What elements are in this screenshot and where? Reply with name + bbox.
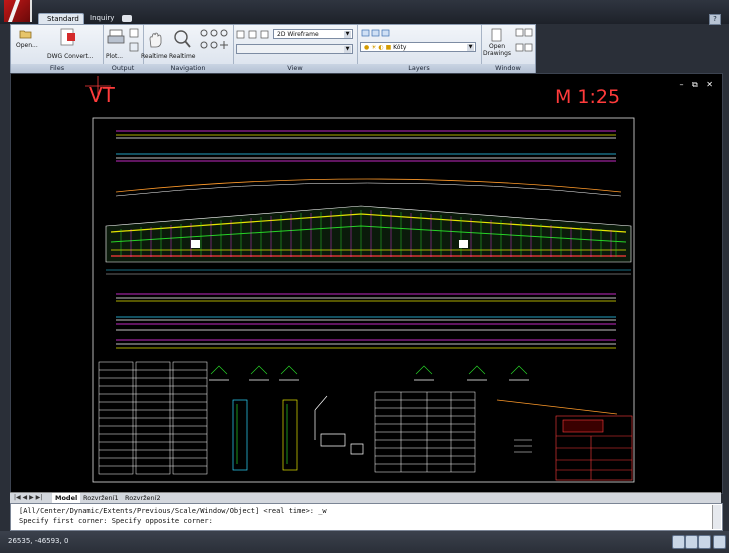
panel-files: Open... DWG Convert... Files bbox=[11, 25, 104, 73]
coordinate-readout: 26535, -46593, 0 bbox=[8, 537, 69, 545]
panel-navigation: Realtime Realtime Navigation bbox=[141, 25, 234, 73]
dwg-convert-icon bbox=[60, 28, 75, 46]
panel-window: Open Drawings Window bbox=[481, 25, 535, 73]
pan-hand-icon bbox=[149, 32, 162, 48]
ribbon-tab-strip: Standard Inquiry ? bbox=[0, 0, 729, 25]
view-tools-icon[interactable] bbox=[236, 30, 272, 39]
command-line[interactable]: [All/Center/Dynamic/Extents/Previous/Sca… bbox=[10, 503, 723, 531]
ribbon-minimize-icon[interactable] bbox=[122, 15, 132, 22]
drawing-svg: VT M 1:25 bbox=[85, 76, 635, 483]
fullscreen-icon[interactable] bbox=[713, 535, 726, 549]
open-button[interactable]: Open... bbox=[16, 42, 38, 49]
window-arrange-icon[interactable] bbox=[515, 28, 533, 54]
truss-elevation bbox=[105, 205, 632, 275]
open-folder-icon bbox=[19, 30, 32, 39]
realtime-pan-button[interactable]: Realtime bbox=[141, 53, 168, 60]
panel-window-title: Window bbox=[481, 64, 535, 73]
chevron-down-icon: ▼ bbox=[344, 31, 351, 38]
application-menu-logo[interactable] bbox=[4, 0, 32, 22]
top-beam-plans bbox=[116, 130, 616, 162]
panel-output-title: Output bbox=[103, 64, 143, 73]
open-drawings-button[interactable]: Open Drawings bbox=[481, 43, 513, 57]
panel-view-title: View bbox=[233, 64, 357, 73]
layout-tabs: |◀ ◀ ▶ ▶| Model Rozvržení1 Rozvržení2 bbox=[10, 492, 721, 503]
zoom-magnifier-icon bbox=[174, 30, 191, 48]
panel-layers: ● ☀ ◐ ■ Kóty ▼ Layers bbox=[357, 25, 482, 73]
named-view-combo[interactable]: ▼ bbox=[236, 44, 353, 54]
tab-model[interactable]: Model bbox=[52, 493, 81, 503]
drawing-scale-label: M 1:25 bbox=[555, 86, 620, 108]
panel-layers-title: Layers bbox=[357, 64, 481, 73]
visual-style-value: 2D Wireframe bbox=[277, 31, 319, 38]
plot-preview-icon[interactable] bbox=[129, 28, 139, 38]
chevron-down-icon: ▼ bbox=[344, 46, 351, 53]
tab-nav-arrows-icon[interactable]: |◀ ◀ ▶ ▶| bbox=[14, 494, 42, 501]
command-history-line: [All/Center/Dynamic/Extents/Previous/Sca… bbox=[19, 507, 327, 515]
layer-tools-icon[interactable] bbox=[361, 28, 393, 38]
status-bar: 26535, -46593, 0 bbox=[0, 531, 729, 553]
arch-line bbox=[115, 178, 622, 193]
layer-combo[interactable]: ● ☀ ◐ ■ Kóty ▼ bbox=[360, 42, 476, 52]
command-prompt-line: Specify first corner: Specify opposite c… bbox=[19, 517, 213, 525]
panel-navigation-title: Navigation bbox=[143, 64, 233, 73]
realtime-zoom-button[interactable]: Realtime bbox=[169, 53, 196, 60]
open-drawings-icon bbox=[491, 28, 502, 42]
lock-icon[interactable] bbox=[698, 535, 711, 549]
sheet-border bbox=[92, 117, 635, 483]
visual-style-combo[interactable]: 2D Wireframe ▼ bbox=[273, 29, 353, 39]
publish-icon[interactable] bbox=[129, 42, 139, 52]
drawing-title-vt: VT bbox=[89, 83, 116, 107]
zoom-extents-icon[interactable] bbox=[200, 40, 230, 50]
panel-files-title: Files bbox=[11, 64, 103, 73]
panel-output: Plot... Output bbox=[103, 25, 144, 73]
dwg-convert-button[interactable]: DWG Convert... bbox=[47, 53, 94, 60]
help-button[interactable]: ? bbox=[709, 14, 721, 25]
zoom-tools-icon[interactable] bbox=[200, 28, 230, 38]
printer-icon bbox=[107, 29, 125, 44]
drawing-canvas[interactable]: – ⧉ ✕ VT M 1:25 bbox=[10, 73, 723, 494]
command-scrollbar[interactable] bbox=[712, 505, 721, 529]
title-block bbox=[514, 415, 633, 481]
plot-button[interactable]: Plot... bbox=[106, 53, 123, 60]
tab-rozvrzeni1[interactable]: Rozvržení1 bbox=[80, 493, 122, 503]
tab-rozvrzeni2[interactable]: Rozvržení2 bbox=[122, 493, 164, 503]
panel-view: 2D Wireframe ▼ ▼ View bbox=[233, 25, 358, 73]
lower-beam-plans bbox=[116, 293, 616, 349]
chevron-down-icon: ▼ bbox=[467, 44, 474, 51]
snap-icon[interactable] bbox=[672, 535, 685, 549]
current-layer-value: Kóty bbox=[393, 44, 407, 51]
ribbon: Open... DWG Convert... Files Plot... Out… bbox=[10, 24, 536, 74]
zoom-icon[interactable] bbox=[685, 535, 698, 549]
